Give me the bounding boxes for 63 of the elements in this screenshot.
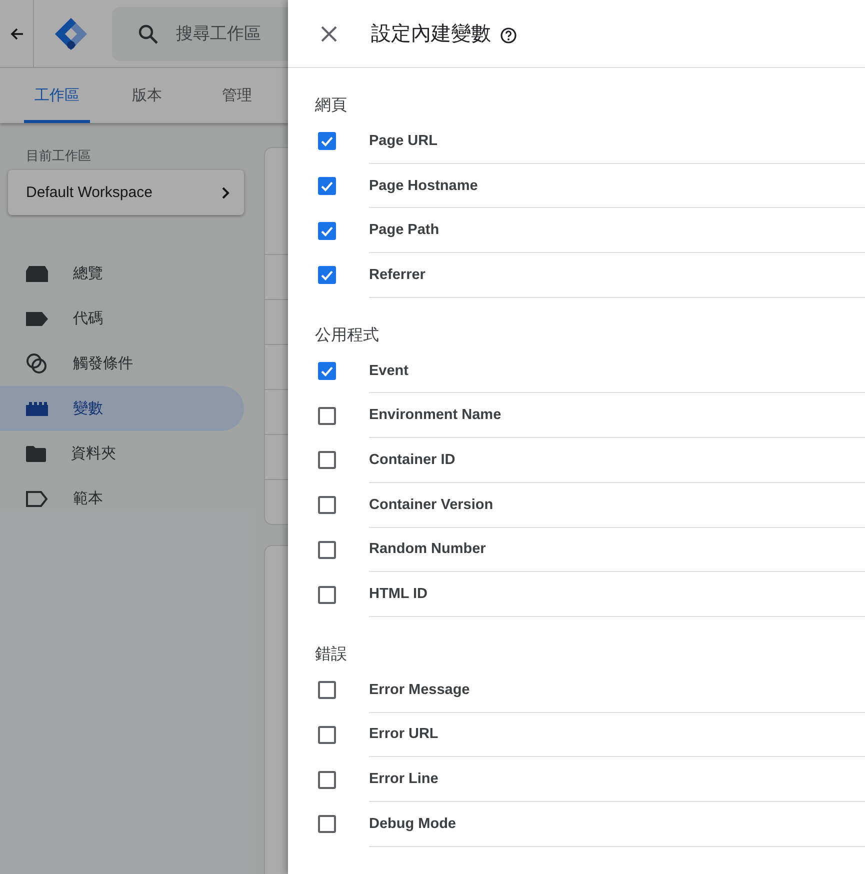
variable-label: Referrer: [369, 253, 865, 298]
nav-item[interactable]: 範本: [0, 476, 244, 521]
workspace-label: 目前工作區: [26, 147, 92, 165]
help-icon[interactable]: [500, 26, 517, 44]
overlapping-circles-icon: [26, 352, 48, 374]
checkbox[interactable]: [318, 362, 336, 380]
checkbox[interactable]: [318, 770, 336, 789]
section-heading: 網頁: [315, 96, 348, 116]
tag-icon: [26, 312, 48, 326]
checkbox[interactable]: [318, 451, 336, 470]
diamond-logo-icon: [54, 16, 88, 50]
variable-label: Container ID: [369, 438, 865, 483]
variable-label: Error Message: [369, 668, 865, 713]
nav-label: 範本: [73, 489, 103, 508]
variable-label: Environment Name: [369, 393, 865, 438]
variable-label: Page Hostname: [369, 164, 865, 208]
checkbox[interactable]: [318, 586, 336, 604]
variable-label: Error Line: [369, 757, 865, 802]
nav-label: 代碼: [73, 309, 103, 328]
checkbox[interactable]: [318, 406, 336, 425]
nav-label: 總覽: [73, 264, 103, 283]
nav-item[interactable]: 變數: [0, 386, 244, 431]
checkbox[interactable]: [318, 266, 336, 284]
search-bar[interactable]: 搜尋工作區: [112, 6, 288, 60]
close-icon: [321, 26, 337, 42]
tab[interactable]: 版本: [114, 68, 180, 123]
variable-label: Page Path: [369, 208, 865, 254]
checkbox[interactable]: [318, 496, 336, 514]
nav-item[interactable]: 資料夾: [0, 431, 244, 476]
variable-label: Event: [369, 348, 865, 394]
back-arrow-icon: [10, 26, 24, 40]
variable-label: Debug Mode: [369, 802, 865, 847]
variable-label: Error URL: [369, 712, 865, 758]
nav-item[interactable]: 觸發條件: [0, 341, 244, 386]
tag-outline-icon: [26, 490, 48, 506]
tray-icon: [26, 266, 48, 282]
tab[interactable]: 工作區: [24, 68, 90, 123]
search-icon: [138, 24, 158, 44]
workspace-button[interactable]: Default Workspace: [8, 170, 244, 215]
variable-label: HTML ID: [369, 572, 865, 617]
checkbox[interactable]: [318, 726, 336, 744]
variable-label: Container Version: [369, 482, 865, 528]
blocks-icon: [26, 402, 48, 416]
section-heading: 公用程式: [315, 326, 380, 346]
tab[interactable]: 管理: [204, 68, 270, 123]
folder-icon: [26, 446, 46, 462]
nav-label: 觸發條件: [73, 354, 133, 373]
checkbox[interactable]: [318, 815, 336, 834]
nav-item[interactable]: 總覽: [0, 251, 244, 296]
checkbox[interactable]: [318, 681, 336, 700]
chevron-right-icon: [222, 186, 230, 198]
search-field[interactable]: 搜尋工作區: [174, 22, 288, 44]
nav-label: 變數: [73, 399, 103, 418]
checkbox[interactable]: [318, 177, 336, 196]
nav-item[interactable]: 代碼: [0, 296, 244, 341]
section-heading: 錯誤: [315, 644, 348, 665]
variable-label: Random Number: [369, 528, 865, 572]
checkbox[interactable]: [318, 222, 336, 240]
panel-title: 設定內建變數: [371, 22, 491, 47]
nav-label: 資料夾: [71, 444, 116, 463]
checkbox[interactable]: [318, 540, 336, 559]
variable-label: Page URL: [369, 119, 865, 164]
checkbox[interactable]: [318, 132, 336, 150]
